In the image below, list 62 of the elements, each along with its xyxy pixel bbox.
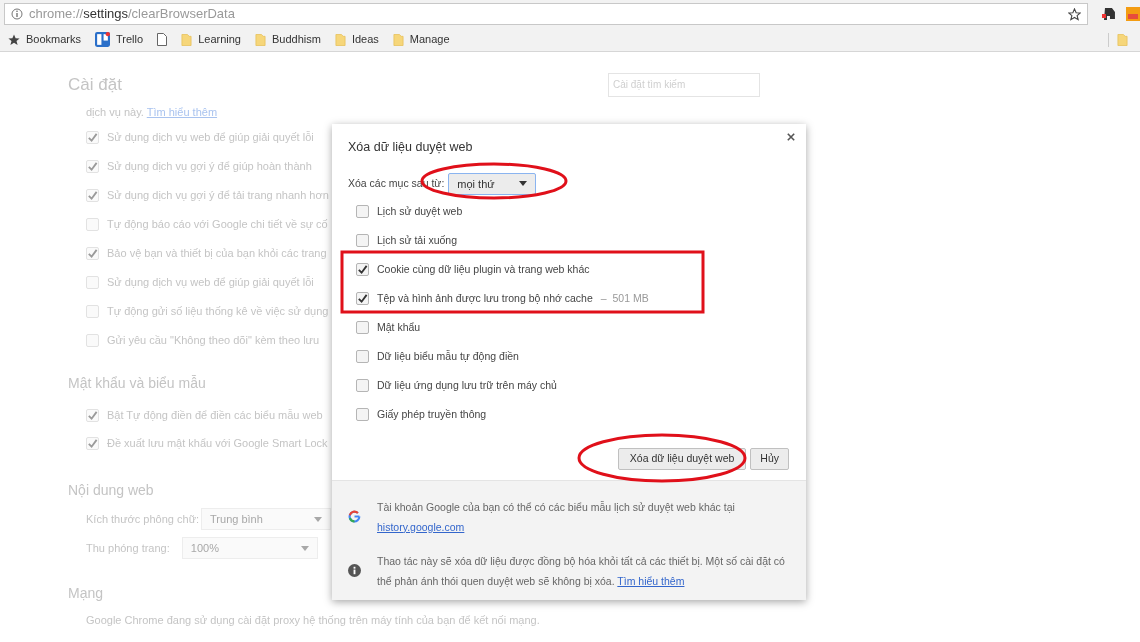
option-label: Sử dụng dịch vụ web để giúp giải quyết lỗi	[107, 274, 314, 290]
page-title: Cài đặt	[68, 74, 122, 96]
info-icon	[11, 8, 23, 20]
folder-icon	[254, 32, 266, 47]
section-heading: Nội dung web	[68, 481, 154, 500]
network-text: Google Chrome đang sử dụng cài đặt proxy hệ thống trên máy tính của bạn để kết nối mạng.	[85, 613, 541, 628]
item-label: Dữ liệu biểu mẫu tự động điền	[377, 348, 519, 364]
item-label: Cookie cùng dữ liệu plugin và trang web khác	[377, 261, 590, 277]
bookmark[interactable]: Manage	[392, 31, 450, 48]
font-size-label: Kích thước phông chữ:	[86, 511, 200, 527]
section-heading: Mật khẩu và biểu mẫu	[68, 374, 206, 393]
bookmark[interactable]	[157, 33, 168, 46]
board-icon	[95, 32, 111, 47]
folder-icon	[181, 32, 193, 47]
size-text: – 501 MB	[600, 290, 649, 306]
item-label: Mật khẩu	[377, 319, 421, 335]
section-heading: Mạng	[68, 584, 104, 603]
note-link[interactable]: Tìm hiểu thêm	[617, 574, 685, 587]
dialog-title: Xóa dữ liệu duyệt web	[348, 139, 474, 156]
star-outline-icon[interactable]	[1068, 7, 1082, 21]
bookmark[interactable]: Ideas	[334, 31, 379, 48]
note-text: Tài khoản Google của bạn có thể có các biểu mẫu lịch sử duyệt web khác tại history.google.com	[377, 499, 736, 535]
url-text: chrome://settings/clearBrowserData	[29, 5, 235, 24]
checkbox[interactable]	[356, 292, 369, 306]
checkbox[interactable]	[356, 234, 369, 248]
caret-icon	[300, 545, 309, 551]
intro-text: dịch vụ này. Tìm hiểu thêm	[86, 104, 219, 120]
checkbox[interactable]	[356, 263, 369, 277]
folder-icon	[334, 32, 346, 47]
close-button[interactable]	[784, 130, 798, 144]
bookmark[interactable]: Learning	[181, 31, 241, 48]
bookmark[interactable]: Buddhism	[254, 31, 321, 48]
item-label: Lịch sử tải xuống	[377, 232, 457, 248]
folder-icon	[392, 32, 404, 47]
star-icon	[8, 33, 20, 46]
address-bar[interactable]: chrome://settings/clearBrowserData	[4, 3, 1089, 25]
note-link[interactable]: history.google.com	[377, 520, 465, 533]
info-icon	[348, 564, 361, 578]
checkbox[interactable]	[356, 321, 369, 335]
note-text: Thao tác này sẽ xóa dữ liệu được đồng bộ hóa khỏi tất cả các thiết bị. Một số cài đặt có thể phản ánh thói quen duyệt web sẽ không bị xóa. Tìm hiểu thêm	[377, 553, 786, 589]
item-label: Dữ liệu ứng dụng lưu trữ trên máy chủ	[377, 377, 557, 393]
zoom-label: Thu phóng trang:	[86, 540, 170, 556]
checkbox[interactable]	[356, 408, 369, 422]
caret-icon	[519, 181, 528, 187]
clear-data-button[interactable]: Xóa dữ liệu duyệt web	[617, 447, 747, 470]
bookmark[interactable]: Bookmarks	[8, 31, 82, 48]
checkbox[interactable]	[356, 205, 369, 219]
option-label: Tự động báo cáo với Google chi tiết về sự cố	[107, 216, 328, 232]
extension-icon[interactable]	[1126, 7, 1140, 21]
item-label: Giấy phép truyền thông	[377, 406, 487, 422]
google-icon	[348, 510, 361, 524]
caret-icon	[314, 516, 323, 522]
page-icon	[157, 33, 168, 46]
item-label: Lịch sử duyệt web	[377, 203, 463, 219]
checkbox[interactable]	[356, 350, 369, 364]
cancel-button[interactable]: Hủy	[750, 447, 789, 470]
range-select[interactable]: mọi thứ	[448, 172, 537, 195]
item-label: Tệp và hình ảnh được lưu trong bộ nhớ cache	[377, 290, 593, 306]
option-label: Sử dụng dịch vụ web để giúp giải quyết lỗi	[107, 129, 314, 145]
folder-icon	[1117, 32, 1128, 47]
bookmark[interactable]: Trello	[95, 31, 144, 48]
checkbox[interactable]	[356, 379, 369, 393]
